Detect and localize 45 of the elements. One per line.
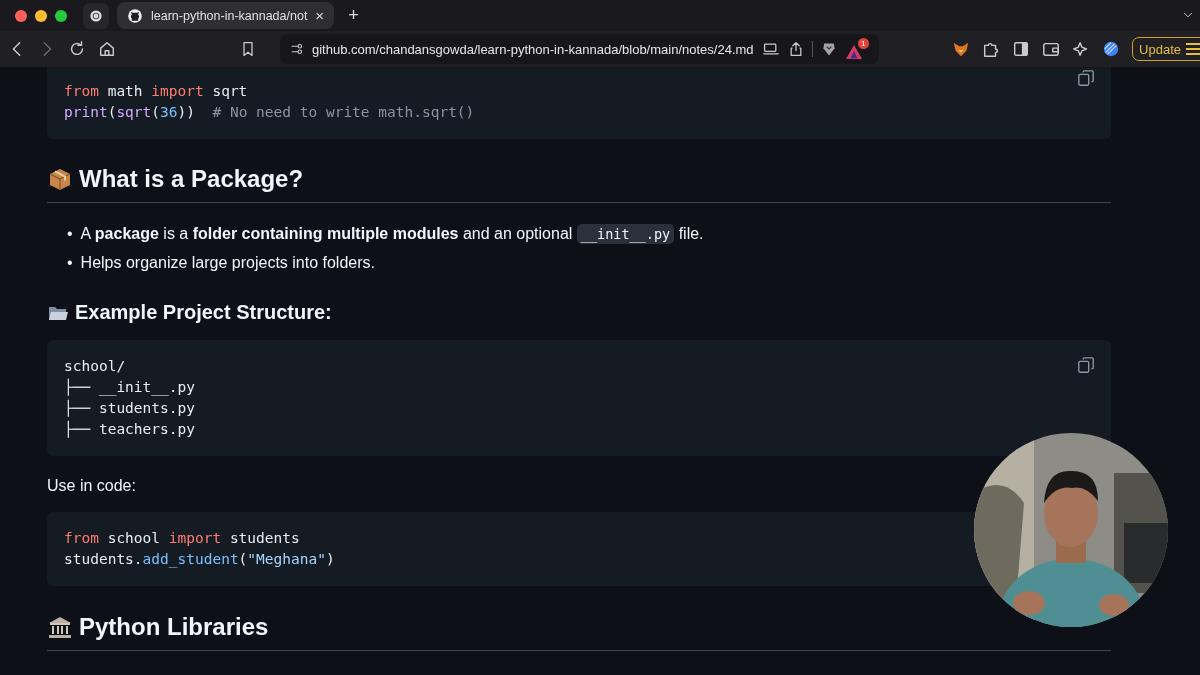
browser-tab[interactable]: learn-python-in-kannada/not × bbox=[117, 2, 335, 29]
puzzle-icon[interactable] bbox=[982, 40, 1001, 58]
striped-globe-icon[interactable] bbox=[1102, 40, 1121, 58]
triangle-icon bbox=[844, 44, 863, 60]
package-icon bbox=[47, 166, 73, 192]
fox-icon[interactable] bbox=[952, 40, 971, 58]
close-tab-button[interactable]: × bbox=[315, 7, 325, 24]
home-icon[interactable] bbox=[98, 40, 116, 58]
update-button[interactable]: Update bbox=[1132, 37, 1200, 61]
code-line: print(sqrt(36)) # No need to write math.sqrt() bbox=[64, 103, 475, 122]
site-settings-icon[interactable] bbox=[290, 42, 304, 56]
wallet-icon[interactable] bbox=[1042, 40, 1061, 58]
bullet-text: Helps organize large projects into folders. bbox=[80, 253, 375, 273]
bullet-text: A package is a folder containing multiple modules and an optional __init__.py file. bbox=[80, 223, 704, 246]
code-line: from math import sqrt bbox=[64, 82, 248, 101]
code-line: ├── __init__.py bbox=[64, 377, 195, 398]
bullet-marker: • bbox=[67, 224, 73, 244]
code-line: ├── teachers.py bbox=[64, 419, 195, 440]
new-tab-button[interactable]: + bbox=[348, 5, 359, 26]
classical-building-icon bbox=[47, 614, 73, 640]
rewards-button[interactable]: 1 bbox=[844, 38, 869, 60]
reload-icon[interactable] bbox=[68, 40, 86, 58]
section-heading: What is a Package? bbox=[79, 165, 304, 193]
section-heading: Example Project Structure: bbox=[75, 301, 332, 324]
pinned-tab[interactable] bbox=[83, 3, 109, 29]
address-bar[interactable]: github.com/chandansgowda/learn-python-in-kannada/blob/main/notes/24.md 1 bbox=[280, 34, 879, 64]
bullet-marker: • bbox=[67, 253, 73, 273]
copy-icon[interactable] bbox=[1077, 69, 1095, 87]
close-window-button[interactable] bbox=[15, 9, 27, 22]
section-heading: Python Libraries bbox=[79, 613, 269, 641]
code-line: school/ bbox=[64, 357, 126, 376]
code-line: from school import students bbox=[64, 529, 300, 548]
copy-icon[interactable] bbox=[1077, 356, 1095, 374]
minimize-window-button[interactable] bbox=[35, 9, 47, 22]
code-line: ├── students.py bbox=[64, 398, 195, 419]
tab-title: learn-python-in-kannada/not bbox=[151, 8, 308, 23]
octocat-icon bbox=[127, 7, 143, 24]
paragraph: Use in code: bbox=[47, 477, 137, 495]
notification-badge: 1 bbox=[858, 38, 869, 49]
menu-icon bbox=[1185, 42, 1200, 56]
maximize-window-button[interactable] bbox=[55, 9, 67, 22]
bookmark-icon[interactable] bbox=[240, 40, 256, 58]
code-line: students.add_student("Meghana") bbox=[64, 550, 335, 570]
install-icon[interactable] bbox=[761, 41, 780, 57]
sidebar-icon[interactable] bbox=[1012, 40, 1031, 58]
